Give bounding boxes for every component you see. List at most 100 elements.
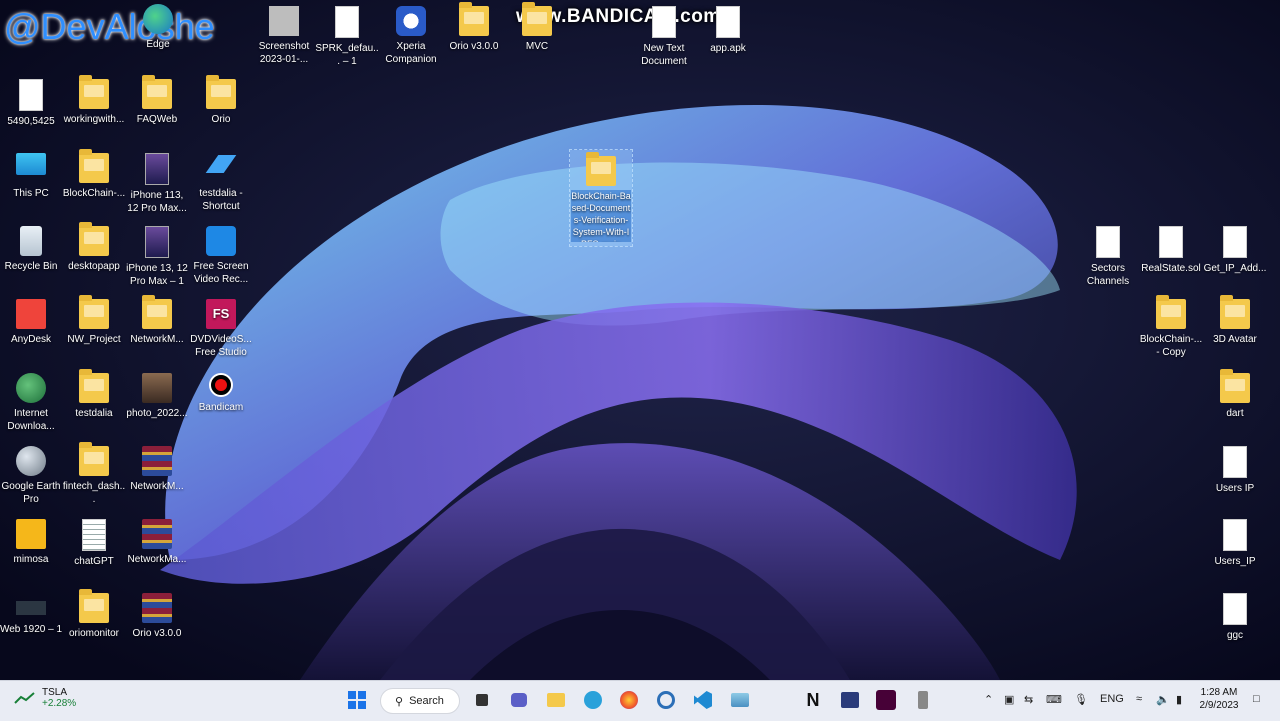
desktop-icon-screenshot[interactable]: Screenshot 2023-01-... [252, 0, 316, 66]
search-icon: ⚲ [395, 695, 404, 708]
desktop-icon-orio-rar[interactable]: Orio v3.0.0 [125, 587, 189, 640]
adobe-xd-button[interactable] [874, 688, 898, 712]
desktop-icon-label: photo_2022... [126, 408, 188, 419]
desktop-icon-get-ip-add[interactable]: Get_IP_Add... [1203, 220, 1267, 275]
notification-icon[interactable]: □ [1253, 693, 1260, 705]
desktop-icon-mvc[interactable]: MVC [505, 0, 569, 53]
start-button[interactable] [345, 688, 369, 712]
desktop-icon-nw-project[interactable]: NW_Project [62, 293, 126, 346]
desktop-icon-label: Orio v3.0.0 [132, 628, 182, 639]
desktop-icon-label: NetworkM... [130, 334, 184, 345]
file-icon [19, 79, 43, 111]
desktop-icon-web-1920[interactable]: Web 1920 – 1 [0, 587, 63, 636]
image-file-icon [269, 6, 299, 36]
battery-icon[interactable]: ▮ [1176, 693, 1182, 706]
desktop-icon-3d-avatar[interactable]: 3D Avatar [1203, 293, 1267, 346]
task-view-button[interactable] [470, 688, 494, 712]
desktop-icon-chatgpt[interactable]: chatGPT [62, 513, 126, 568]
file-icon [716, 6, 740, 38]
file-icon [1223, 446, 1247, 478]
desktop-icon-sectors-channels[interactable]: Sectors Channels [1076, 220, 1140, 288]
desktop-icon-app-apk[interactable]: app.apk [696, 0, 760, 55]
volume-icon[interactable]: 🔈 [1156, 693, 1170, 706]
desktop-icon-dvdvideosoft[interactable]: FS DVDVideoS... Free Studio [189, 293, 253, 359]
desktop-icon-google-earth[interactable]: Google Earth Pro [0, 440, 63, 506]
desktop-icon-realstate-sol[interactable]: RealState.sol [1139, 220, 1203, 275]
desktop-icon-workingwith[interactable]: workingwith... [62, 73, 126, 126]
desktop-icon-idm[interactable]: Internet Downloa... [0, 367, 63, 433]
desktop-icon-new-text-document[interactable]: New Text Document [632, 0, 696, 68]
desktop-icon-faqweb[interactable]: FAQWeb [125, 73, 189, 126]
powershell-button[interactable] [838, 688, 862, 712]
desktop-icon-this-pc[interactable]: This PC [0, 147, 63, 200]
desktop-icon-dart[interactable]: dart [1203, 367, 1267, 420]
desktop-icon-label: Bandicam [198, 402, 244, 413]
desktop-icon-users-ip[interactable]: Users IP [1203, 440, 1267, 495]
desktop-icon-blockchain-selected[interactable]: BlockChain-Based-Documents-Verification-… [569, 149, 633, 247]
desktop-icon-networkm-folder[interactable]: NetworkM... [125, 293, 189, 346]
desktop-icon-label: 3D Avatar [1213, 334, 1257, 345]
desktop-icon-iphone-13[interactable]: iPhone 13, 12 Pro Max – 1 [125, 220, 189, 288]
desktop-icon-ggc[interactable]: ggc [1203, 587, 1267, 642]
desktop-icon-label: chatGPT [74, 556, 114, 567]
desktop-icon-label: mimosa [13, 554, 49, 565]
desktop-icon-blockchain-copy[interactable]: BlockChain-... - Copy [1139, 293, 1203, 359]
photos-icon [731, 693, 749, 707]
desktop-icon-5490[interactable]: 5490,5425 [0, 73, 63, 128]
desktop-icon-testdalia[interactable]: testdalia [62, 367, 126, 420]
desktop-icon-desktopapp[interactable]: desktopapp [62, 220, 126, 273]
archive-icon [142, 446, 172, 476]
desktop-icon-networkma-rar[interactable]: NetworkMa... [125, 513, 189, 566]
desktop-icon-label: BlockChain-... - Copy [1139, 334, 1203, 358]
app-button[interactable] [911, 688, 935, 712]
keyboard-icon[interactable]: ⌨ [1046, 693, 1062, 706]
wifi-icon[interactable]: ≈ [1136, 693, 1142, 705]
desktop-icon-edge[interactable]: Edge [126, 0, 190, 51]
notion-button[interactable]: N [801, 688, 825, 712]
desktop-icon-sprk[interactable]: SPRK_defau... – 1 [315, 0, 379, 68]
clock[interactable]: 1:28 AM 2/9/2023 [1196, 686, 1242, 712]
file-explorer-button[interactable] [544, 688, 568, 712]
vscode-button[interactable] [691, 688, 715, 712]
stock-widget[interactable]: TSLA +2.28% [14, 687, 76, 709]
clock-date: 2/9/2023 [1199, 700, 1239, 711]
photos-button[interactable] [728, 688, 752, 712]
desktop-icon-free-screen-video[interactable]: Free Screen Video Rec... [189, 220, 253, 286]
telegram-button[interactable] [581, 688, 605, 712]
desktop-icon-anydesk[interactable]: AnyDesk [0, 293, 63, 346]
network-transfer-icon[interactable]: ⇆ [1024, 693, 1033, 706]
anydesk-icon [16, 299, 46, 329]
desktop-icon-xperia[interactable]: Xperia Companion [379, 0, 443, 66]
design-file-icon [16, 601, 46, 615]
desktop-icon-mimosa[interactable]: mimosa [0, 513, 63, 566]
microphone-icon[interactable]: 🎙 [1074, 693, 1088, 706]
desktop-icon-orio-folder[interactable]: Orio [189, 73, 253, 126]
desktop-icon-recycle-bin[interactable]: Recycle Bin [0, 220, 63, 273]
bandicam-icon [209, 373, 233, 397]
desktop-icon-label: dart [1226, 408, 1244, 419]
desktop-icon-bandicam[interactable]: Bandicam [189, 367, 253, 414]
desktop-icon-users-ip-2[interactable]: Users_IP [1203, 513, 1267, 568]
desktop-icon-iphone-113[interactable]: iPhone 113, 12 Pro Max... [125, 147, 189, 215]
taskbar: TSLA +2.28% ⚲ Search N ⌃ ▣ ⇆ ⌨ 🎙 ENG ≈ 🔈… [0, 680, 1280, 721]
desktop-icon-oriomonitor[interactable]: oriomonitor [62, 587, 126, 640]
search-label: Search [409, 695, 444, 707]
windows-icon [348, 691, 366, 709]
desktop-icon-photo-2022[interactable]: photo_2022... [125, 367, 189, 420]
desktop-icon-orio[interactable]: Orio v3.0.0 [442, 0, 506, 53]
search-box[interactable]: ⚲ Search [380, 688, 460, 714]
desktop-icon-fintech-dash[interactable]: fintech_dash... [62, 440, 126, 506]
desktop-icon-networkm-rar[interactable]: NetworkM... [125, 440, 189, 493]
chevron-up-icon[interactable]: ⌃ [984, 693, 993, 706]
desktop-icon-label: Orio v3.0.0 [449, 41, 499, 52]
browser-button[interactable] [654, 688, 678, 712]
edge-icon [143, 4, 173, 34]
desktop-icon-testdalia-shortcut[interactable]: testdalia - Shortcut [189, 147, 253, 213]
firefox-button[interactable] [617, 688, 641, 712]
desktop-icon-blockchain[interactable]: BlockChain-... [62, 147, 126, 200]
desktop-icon-label: Free Screen Video Rec... [193, 261, 249, 285]
teams-button[interactable] [507, 688, 531, 712]
tray-app-icon[interactable]: ▣ [1004, 693, 1014, 706]
language-indicator[interactable]: ENG [1100, 693, 1124, 705]
screen-recorder-icon [206, 226, 236, 256]
